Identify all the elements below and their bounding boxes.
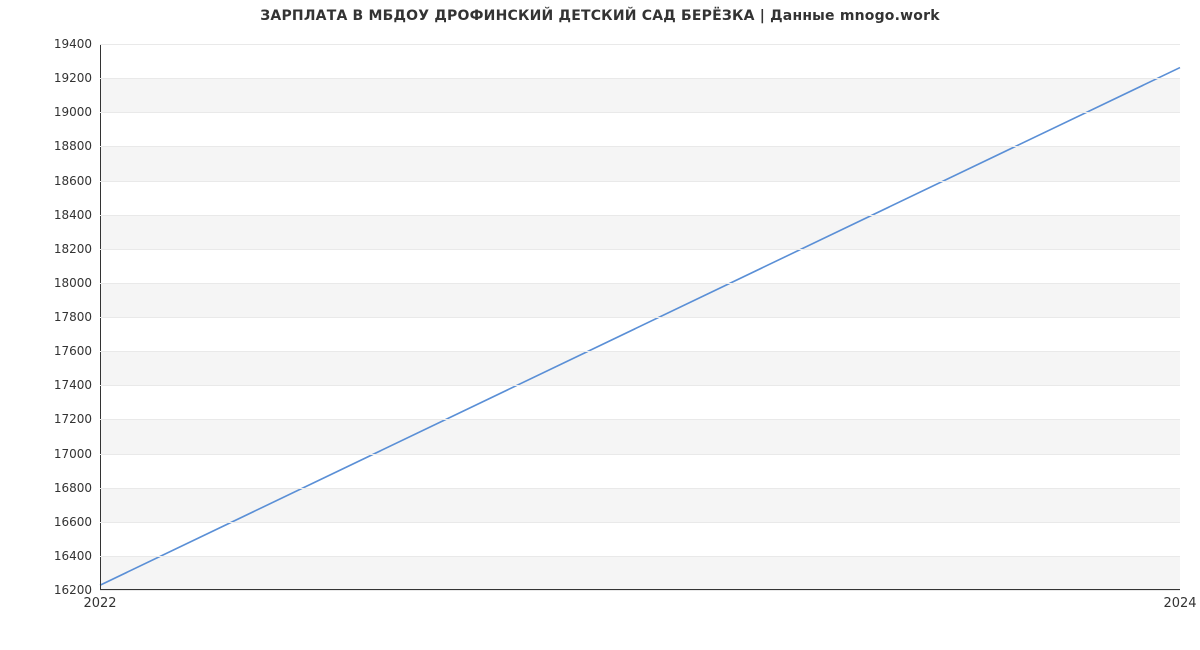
y-gridline [100,522,1180,523]
y-gridline [100,283,1180,284]
y-gridline [100,317,1180,318]
y-tick-label: 17400 [54,378,100,392]
y-tick-label: 19000 [54,105,100,119]
y-gridline [100,419,1180,420]
y-gridline [100,454,1180,455]
y-gridline [100,385,1180,386]
y-tick-label: 18400 [54,208,100,222]
y-tick-label: 16400 [54,549,100,563]
y-tick-label: 17000 [54,447,100,461]
y-tick-label: 17600 [54,344,100,358]
y-gridline [100,181,1180,182]
y-gridline [100,215,1180,216]
y-gridline [100,78,1180,79]
y-tick-label: 18200 [54,242,100,256]
plot-area: 1620016400166001680017000172001740017600… [100,44,1180,590]
y-gridline [100,556,1180,557]
x-tick-label: 2024 [1163,590,1196,611]
y-gridline [100,146,1180,147]
y-tick-label: 19200 [54,71,100,85]
series-line [100,68,1180,586]
y-tick-label: 18600 [54,174,100,188]
y-gridline [100,44,1180,45]
y-gridline [100,112,1180,113]
y-gridline [100,351,1180,352]
y-tick-label: 19400 [54,37,100,51]
y-tick-label: 16800 [54,481,100,495]
y-tick-label: 17200 [54,412,100,426]
x-tick-label: 2022 [83,590,116,611]
chart-title: ЗАРПЛАТА В МБДОУ ДРОФИНСКИЙ ДЕТСКИЙ САД … [0,8,1200,24]
y-gridline [100,590,1180,591]
y-gridline [100,249,1180,250]
y-tick-label: 18800 [54,139,100,153]
y-tick-label: 16600 [54,515,100,529]
y-tick-label: 17800 [54,310,100,324]
salary-line-chart: ЗАРПЛАТА В МБДОУ ДРОФИНСКИЙ ДЕТСКИЙ САД … [0,0,1200,650]
y-gridline [100,488,1180,489]
y-tick-label: 18000 [54,276,100,290]
